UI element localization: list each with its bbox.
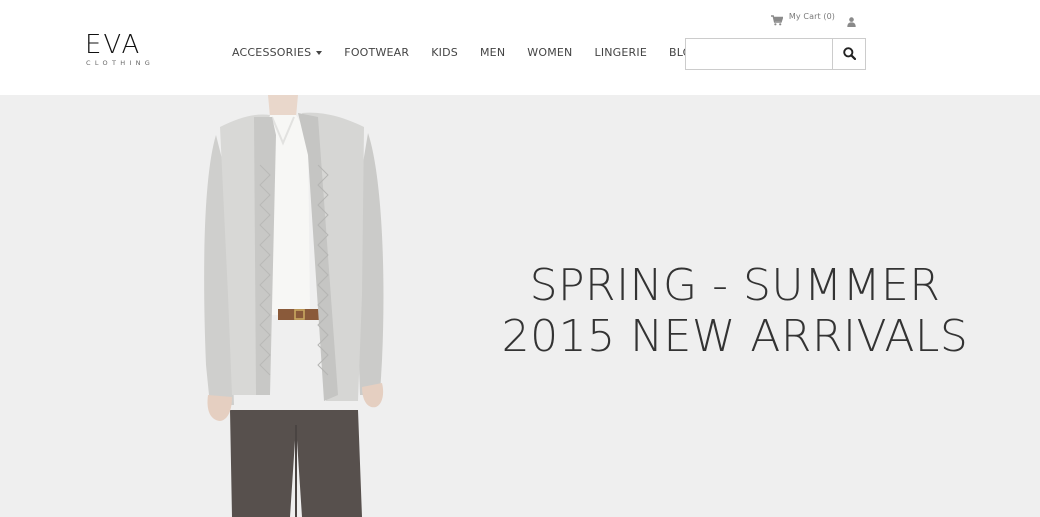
nav-item-men[interactable]: MEN — [480, 46, 505, 59]
search-form — [685, 38, 866, 70]
hero-model-image — [204, 95, 384, 517]
nav-item-accessories[interactable]: ACCESSORIES — [232, 46, 323, 59]
nav-item-label: ACCESSORIES — [232, 46, 312, 59]
nav-item-label: LINGERIE — [594, 46, 647, 59]
nav-item-footwear[interactable]: FOOTWEAR — [344, 46, 409, 59]
nav-item-label: FOOTWEAR — [344, 46, 410, 59]
logo-wordmark: EVA — [85, 30, 142, 60]
search-icon — [842, 45, 856, 64]
hero-banner[interactable]: SPRING - SUMMER 2015 NEW ARRIVALS — [0, 95, 1040, 517]
nav-item-lingerie[interactable]: LINGERIE — [594, 46, 647, 59]
search-button[interactable] — [832, 39, 865, 69]
site-header: My Cart (0) EVA CLOTHING ACCESSORIES FOO… — [0, 0, 1040, 95]
nav-item-women[interactable]: WOMEN — [527, 46, 572, 59]
hero-headline-line-1: SPRING - SUMMER — [529, 260, 941, 311]
main-navigation: ACCESSORIES FOOTWEAR KIDS MEN WOMEN LING… — [232, 46, 700, 59]
hero-headline-line-2: 2015 NEW ARRIVALS — [501, 311, 969, 362]
cart-label: My Cart (0) — [788, 12, 835, 21]
nav-item-label: MEN — [479, 46, 506, 59]
logo-tagline: CLOTHING — [86, 59, 155, 67]
shopping-cart-icon — [770, 11, 784, 26]
site-logo[interactable]: EVA CLOTHING — [85, 32, 155, 67]
hero-headline: SPRING - SUMMER 2015 NEW ARRIVALS — [470, 260, 1000, 362]
caret-down-icon — [316, 50, 323, 55]
nav-item-kids[interactable]: KIDS — [431, 46, 458, 59]
nav-item-label: KIDS — [431, 46, 458, 59]
user-icon[interactable] — [847, 12, 856, 27]
cart-link[interactable]: My Cart (0) — [770, 11, 835, 26]
search-input[interactable] — [686, 39, 832, 69]
nav-item-label: WOMEN — [527, 46, 573, 59]
header-topbar: My Cart (0) — [770, 11, 856, 27]
